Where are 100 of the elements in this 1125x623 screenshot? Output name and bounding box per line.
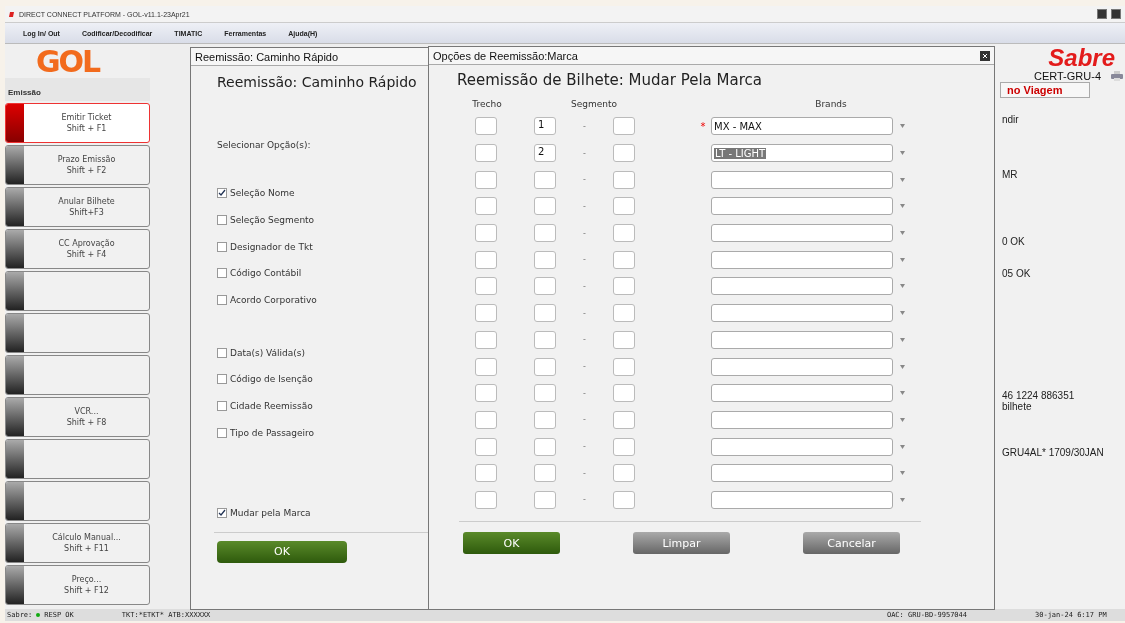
input-field[interactable] bbox=[613, 410, 635, 429]
input-field[interactable] bbox=[475, 197, 497, 216]
input-field[interactable] bbox=[534, 330, 556, 349]
brand-field[interactable] bbox=[711, 384, 893, 403]
input-field[interactable] bbox=[475, 464, 497, 483]
brand-field[interactable] bbox=[711, 490, 893, 509]
brand-field[interactable] bbox=[711, 330, 893, 349]
caret-icon[interactable] bbox=[899, 337, 905, 342]
sidebar-button[interactable]: Emitir Ticket Shift + F1 bbox=[5, 103, 150, 143]
input-field[interactable] bbox=[613, 224, 635, 243]
input-field[interactable] bbox=[475, 384, 497, 403]
checkbox[interactable] bbox=[217, 295, 227, 306]
sidebar-button[interactable]: Anular Bilhete Shift+F3 bbox=[5, 187, 150, 227]
checkbox[interactable] bbox=[217, 268, 227, 279]
brand-field[interactable] bbox=[711, 437, 893, 456]
caret-icon[interactable] bbox=[899, 124, 905, 129]
caret-icon[interactable] bbox=[899, 177, 905, 182]
input-field[interactable] bbox=[534, 464, 556, 483]
input-field[interactable] bbox=[613, 330, 635, 349]
input-field[interactable] bbox=[613, 117, 635, 136]
sidebar-button[interactable] bbox=[5, 355, 150, 395]
input-field[interactable] bbox=[475, 170, 497, 189]
minimize-button[interactable] bbox=[1097, 9, 1107, 19]
brand-field[interactable] bbox=[711, 250, 893, 269]
brand-field[interactable]: LT - LIGHT bbox=[711, 144, 893, 163]
input-field[interactable] bbox=[534, 410, 556, 429]
input-field[interactable] bbox=[613, 144, 635, 163]
action-button[interactable]: Limpar bbox=[633, 532, 730, 555]
input-field[interactable] bbox=[475, 410, 497, 429]
caret-icon[interactable] bbox=[899, 471, 905, 476]
panel-tab[interactable]: no Viagem bbox=[1000, 82, 1090, 98]
brand-field[interactable] bbox=[711, 224, 893, 243]
input-field[interactable] bbox=[613, 464, 635, 483]
sidebar-button[interactable] bbox=[5, 439, 150, 479]
caret-icon[interactable] bbox=[899, 444, 905, 449]
brand-field[interactable] bbox=[711, 464, 893, 483]
caret-icon[interactable] bbox=[899, 311, 905, 316]
ok-button[interactable]: OK bbox=[217, 540, 347, 563]
checkbox[interactable] bbox=[217, 215, 227, 226]
brand-field[interactable]: MX - MAX bbox=[711, 117, 893, 136]
input-field[interactable] bbox=[475, 330, 497, 349]
caret-icon[interactable] bbox=[899, 284, 905, 289]
sidebar-button[interactable]: CC Aprovação Shift + F4 bbox=[5, 229, 150, 269]
checkbox[interactable] bbox=[217, 347, 227, 358]
sidebar-button[interactable]: VCR... Shift + F8 bbox=[5, 397, 150, 437]
sidebar-button[interactable]: Cálculo Manual... Shift + F11 bbox=[5, 523, 150, 563]
input-field[interactable] bbox=[534, 197, 556, 216]
sidebar-button[interactable] bbox=[5, 271, 150, 311]
caret-icon[interactable] bbox=[899, 497, 905, 502]
input-field[interactable] bbox=[613, 357, 635, 376]
input-field[interactable] bbox=[613, 197, 635, 216]
brand-field[interactable] bbox=[711, 410, 893, 429]
input-field[interactable] bbox=[475, 304, 497, 323]
caret-icon[interactable] bbox=[899, 231, 905, 236]
caret-icon[interactable] bbox=[899, 364, 905, 369]
checkbox[interactable] bbox=[217, 507, 227, 518]
sidebar-button[interactable]: Preço... Shift + F12 bbox=[5, 565, 150, 605]
input-field[interactable] bbox=[475, 357, 497, 376]
ok-button[interactable]: OK bbox=[463, 532, 560, 555]
brand-field[interactable] bbox=[711, 357, 893, 376]
input-field[interactable] bbox=[475, 250, 497, 269]
brand-field[interactable] bbox=[711, 170, 893, 189]
input-field[interactable] bbox=[613, 250, 635, 269]
input-field[interactable] bbox=[475, 490, 497, 509]
input-field[interactable] bbox=[475, 224, 497, 243]
input-field[interactable] bbox=[534, 250, 556, 269]
checkbox[interactable] bbox=[217, 241, 227, 252]
caret-icon[interactable] bbox=[899, 204, 905, 209]
input-field[interactable] bbox=[613, 384, 635, 403]
maximize-button[interactable] bbox=[1111, 9, 1121, 19]
input-field[interactable] bbox=[534, 170, 556, 189]
printer-icon[interactable] bbox=[1111, 71, 1123, 81]
input-field[interactable] bbox=[534, 277, 556, 296]
input-field[interactable]: 1 bbox=[534, 117, 556, 136]
input-field[interactable] bbox=[534, 490, 556, 509]
input-field[interactable] bbox=[534, 384, 556, 403]
input-field[interactable] bbox=[613, 304, 635, 323]
action-button[interactable]: Cancelar bbox=[803, 532, 900, 555]
checkbox[interactable] bbox=[217, 374, 227, 385]
input-field[interactable] bbox=[534, 357, 556, 376]
input-field[interactable] bbox=[475, 277, 497, 296]
checkbox[interactable] bbox=[217, 188, 227, 199]
input-field[interactable] bbox=[475, 437, 497, 456]
input-field[interactable]: 2 bbox=[534, 144, 556, 163]
brand-field[interactable] bbox=[711, 304, 893, 323]
input-field[interactable] bbox=[613, 277, 635, 296]
input-field[interactable] bbox=[534, 437, 556, 456]
input-field[interactable] bbox=[475, 144, 497, 163]
input-field[interactable] bbox=[534, 304, 556, 323]
brand-field[interactable] bbox=[711, 277, 893, 296]
caret-icon[interactable] bbox=[899, 391, 905, 396]
brand-field[interactable] bbox=[711, 197, 893, 216]
sidebar-button[interactable] bbox=[5, 481, 150, 521]
input-field[interactable] bbox=[613, 490, 635, 509]
input-field[interactable] bbox=[475, 117, 497, 136]
sidebar-button[interactable] bbox=[5, 313, 150, 353]
sidebar-button[interactable]: Prazo Emissão Shift + F2 bbox=[5, 145, 150, 185]
caret-icon[interactable] bbox=[899, 151, 905, 156]
checkbox[interactable] bbox=[217, 401, 227, 412]
checkbox[interactable] bbox=[217, 427, 227, 438]
